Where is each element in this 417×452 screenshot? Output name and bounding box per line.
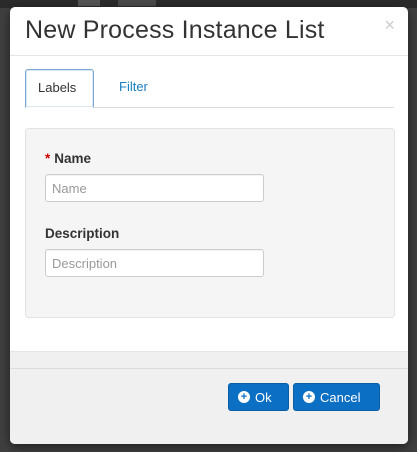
new-process-instance-list-dialog: New Process Instance List × Labels Filte…: [10, 7, 408, 444]
modal-header: New Process Instance List ×: [10, 7, 408, 56]
ok-label: Ok: [255, 389, 272, 405]
plus-circle-icon: +: [303, 391, 315, 403]
tab-bar: Labels Filter: [25, 69, 394, 108]
plus-circle-icon: +: [238, 391, 250, 403]
tab-labels[interactable]: Labels: [25, 69, 94, 108]
cancel-button[interactable]: + Cancel: [293, 383, 380, 411]
divider: [10, 368, 408, 369]
labels-form-panel: *Name Description: [25, 128, 395, 318]
background-control: [118, 0, 156, 6]
tab-filter[interactable]: Filter: [107, 69, 160, 105]
name-label-text: Name: [54, 151, 92, 166]
description-input[interactable]: [45, 249, 264, 277]
cancel-label: Cancel: [320, 389, 361, 405]
modal-title: New Process Instance List: [25, 16, 325, 44]
description-label: Description: [45, 226, 120, 241]
close-icon[interactable]: ×: [384, 16, 395, 34]
name-label: * Name: [45, 151, 91, 166]
ok-button[interactable]: + Ok: [228, 383, 289, 411]
name-input[interactable]: [45, 174, 264, 202]
background-control: [78, 0, 100, 6]
modal-footer: + Ok + Cancel: [10, 351, 408, 444]
required-indicator: *: [45, 151, 51, 166]
